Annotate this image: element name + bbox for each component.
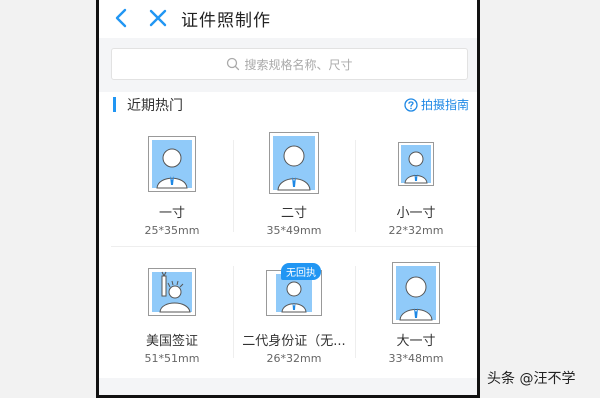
size-option-two-inch[interactable]: 二寸 35*49mm: [233, 118, 355, 245]
size-option-us-visa[interactable]: 美国签证 51*51mm: [111, 246, 233, 373]
size-dimensions: 26*32mm: [266, 352, 322, 365]
size-option-large-one-inch[interactable]: 大一寸 33*48mm: [355, 246, 477, 373]
size-dimensions: 25*35mm: [144, 224, 200, 237]
section-title: 近期热门: [127, 98, 183, 114]
size-name: 美国签证: [145, 334, 198, 349]
size-option-id-card[interactable]: 无回执 二代身份证（无... 26*32mm: [233, 246, 355, 373]
statue-of-liberty-icon: [148, 268, 196, 316]
close-icon[interactable]: [147, 6, 169, 30]
size-dimensions: 33*48mm: [388, 352, 444, 365]
size-dimensions: 35*49mm: [266, 224, 322, 237]
portrait-icon: [148, 136, 196, 192]
portrait-icon: [398, 142, 434, 186]
search-input[interactable]: 搜索规格名称、尺寸: [111, 48, 468, 80]
size-name: 大一寸: [396, 334, 436, 349]
size-name: 小一寸: [396, 206, 436, 221]
portrait-icon: [392, 262, 440, 324]
size-grid: 一寸 25*35mm 二寸 35*49mm 小一寸 22*32mm 美国签证 5…: [111, 118, 477, 373]
back-icon[interactable]: [111, 6, 133, 30]
nav-bar: 证件照制作: [99, 0, 477, 38]
guide-label: 拍摄指南: [420, 98, 469, 112]
help-icon: [404, 97, 418, 112]
size-name: 二寸: [280, 206, 307, 221]
search-area: 搜索规格名称、尺寸: [99, 38, 477, 92]
search-placeholder: 搜索规格名称、尺寸: [244, 57, 353, 72]
page-title: 证件照制作: [181, 11, 271, 31]
shooting-guide-link[interactable]: 拍摄指南: [404, 96, 469, 113]
size-dimensions: 22*32mm: [388, 224, 444, 237]
size-dimensions: 51*51mm: [144, 352, 200, 365]
section-marker: [113, 97, 116, 112]
search-icon: [227, 57, 240, 71]
watermark: 头条 @汪不学: [487, 371, 576, 387]
portrait-icon: [269, 132, 319, 194]
size-name: 二代身份证（无...: [242, 334, 346, 349]
bottom-strip: [99, 378, 477, 395]
phone-screen: 证件照制作 搜索规格名称、尺寸 近期热门 拍摄指南 一寸 25*35mm 二寸 …: [96, 0, 480, 398]
size-option-one-inch[interactable]: 一寸 25*35mm: [111, 118, 233, 245]
size-option-small-one-inch[interactable]: 小一寸 22*32mm: [355, 118, 477, 245]
no-receipt-badge: 无回执: [281, 263, 321, 280]
size-name: 一寸: [158, 206, 185, 221]
